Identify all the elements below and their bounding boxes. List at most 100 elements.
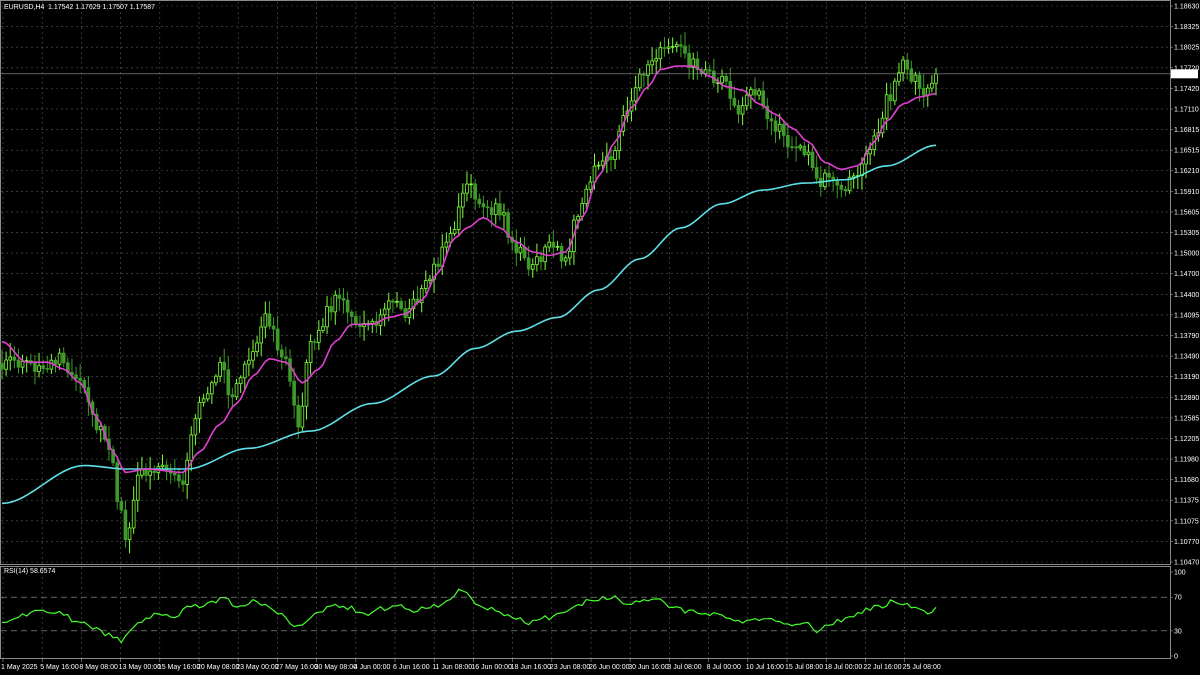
price-axis-label: 1.11375 — [1174, 498, 1199, 505]
candle-body — [921, 88, 926, 96]
candle-body — [786, 135, 790, 148]
candle-body — [489, 207, 494, 215]
time-axis-label: 18 Jun 16:00 — [511, 664, 552, 671]
candle-body — [576, 216, 580, 221]
candle-body — [382, 308, 387, 316]
candle-body — [637, 73, 642, 89]
time-axis-label: 23 May 00:00 — [236, 664, 279, 671]
candle-body — [284, 356, 288, 360]
candle-body — [181, 480, 185, 485]
price-axis-label: 1.13790 — [1174, 333, 1199, 340]
candle-body — [317, 329, 321, 343]
time-axis-label: 11 Jun 08:00 — [432, 664, 472, 671]
candle-body — [210, 382, 214, 395]
candle-body — [777, 123, 782, 132]
time-axis-label: 23 Jun 08:00 — [550, 664, 591, 671]
price-tag: 1.17587 — [1171, 69, 1198, 79]
price-axis-label: 1.17110 — [1174, 106, 1199, 113]
candle-body — [670, 46, 675, 48]
candle-body — [539, 256, 543, 263]
price-axis-label: 1.18025 — [1174, 45, 1199, 52]
candle-body — [909, 68, 914, 82]
candle-body — [354, 316, 358, 325]
candle-body — [37, 365, 41, 372]
time-axis-label: 18 Jul 00:00 — [824, 664, 862, 671]
candle-body — [321, 326, 325, 331]
candle-body — [230, 394, 235, 398]
candle-body — [423, 280, 428, 289]
candle-body — [288, 358, 292, 382]
candle-body — [152, 470, 157, 474]
candle-body — [781, 123, 786, 136]
candle-body — [654, 58, 659, 62]
trading-chart-window[interactable]: 1.18630 1.18325 1.18025 1.17720 1.17420 1.171… — [0, 0, 1200, 675]
candle-body — [547, 241, 552, 248]
candle-body — [160, 464, 165, 468]
candle-body — [205, 393, 210, 400]
candle-body — [296, 404, 301, 428]
time-axis-label: 30 May 08:00 — [315, 664, 358, 671]
time-axis[interactable]: 1 May 2025 5 May 16:00 8 May 08:00 13 May 0… — [1, 659, 941, 671]
candle-body — [613, 150, 617, 161]
candle-body — [757, 90, 761, 96]
candle-body — [456, 206, 461, 230]
candle-body — [502, 212, 506, 216]
candle-body — [650, 60, 654, 66]
slow-moving-average-line — [1, 144, 937, 505]
candle-body — [744, 94, 749, 107]
candle-body — [238, 377, 243, 385]
candle-body — [514, 241, 519, 254]
candle-body — [469, 183, 473, 186]
candle-body — [333, 294, 338, 313]
candle-body — [201, 398, 206, 403]
candle-body — [395, 300, 399, 303]
candle-body — [214, 375, 218, 384]
price-axis-label: 1.17420 — [1174, 86, 1199, 93]
candle-body — [559, 245, 564, 262]
candle-body — [329, 306, 333, 313]
time-axis-label: 1 May 2025 — [1, 664, 38, 671]
time-axis-label: 30 Jun 16:00 — [628, 664, 669, 671]
candle-body — [197, 401, 202, 420]
price-axis-label: 1.12585 — [1174, 415, 1199, 422]
candle-body — [189, 434, 194, 461]
candle-body — [555, 245, 560, 248]
chart-ohlc-label: 1.17542 1.17629 1.17507 1.17587 — [48, 4, 155, 11]
candle-body — [917, 74, 922, 89]
time-axis-label: 8 May 08:00 — [79, 664, 118, 671]
candle-body — [588, 181, 593, 190]
candle-body — [271, 325, 276, 330]
time-axis-label: 27 May 16:00 — [275, 664, 318, 671]
chart-canvas[interactable]: 1.186301.183251.180251.177201.174201.171… — [0, 0, 1200, 675]
candle-body — [267, 313, 272, 327]
candle-body — [666, 46, 671, 49]
candle-body — [242, 363, 247, 379]
frame-layer — [0, 0, 1171, 659]
candle-body — [633, 87, 638, 102]
candle-body — [144, 469, 148, 476]
candle-body — [185, 459, 189, 485]
candle-body — [481, 203, 486, 208]
candle-body — [300, 405, 305, 428]
price-axis[interactable]: 1.186301.183251.180251.177201.174201.171… — [1170, 4, 1199, 567]
candle-body — [584, 188, 589, 204]
rsi-indicator-label: RSI(14) 58.6574 — [4, 568, 55, 575]
candle-body — [493, 203, 498, 215]
candle-body — [485, 206, 490, 209]
chart-symbol-label: EURUSD,H4 — [4, 4, 45, 11]
time-axis-label: 22 Jul 16:00 — [863, 664, 901, 671]
candle-body — [391, 300, 395, 303]
time-axis-label: 8 Jul 00:00 — [707, 664, 741, 671]
price-axis-label: 1.12205 — [1174, 436, 1199, 443]
candle-body — [259, 326, 264, 344]
candle-body — [901, 59, 905, 74]
time-axis-label: 16 Jun 00:00 — [471, 664, 512, 671]
candle-body — [193, 418, 198, 436]
candle-body — [452, 229, 457, 235]
candle-body — [448, 233, 453, 243]
candle-body — [345, 299, 350, 313]
candle-body — [386, 300, 391, 310]
candle-body — [127, 527, 132, 541]
candle-body — [609, 156, 613, 161]
candle-body — [78, 378, 82, 381]
